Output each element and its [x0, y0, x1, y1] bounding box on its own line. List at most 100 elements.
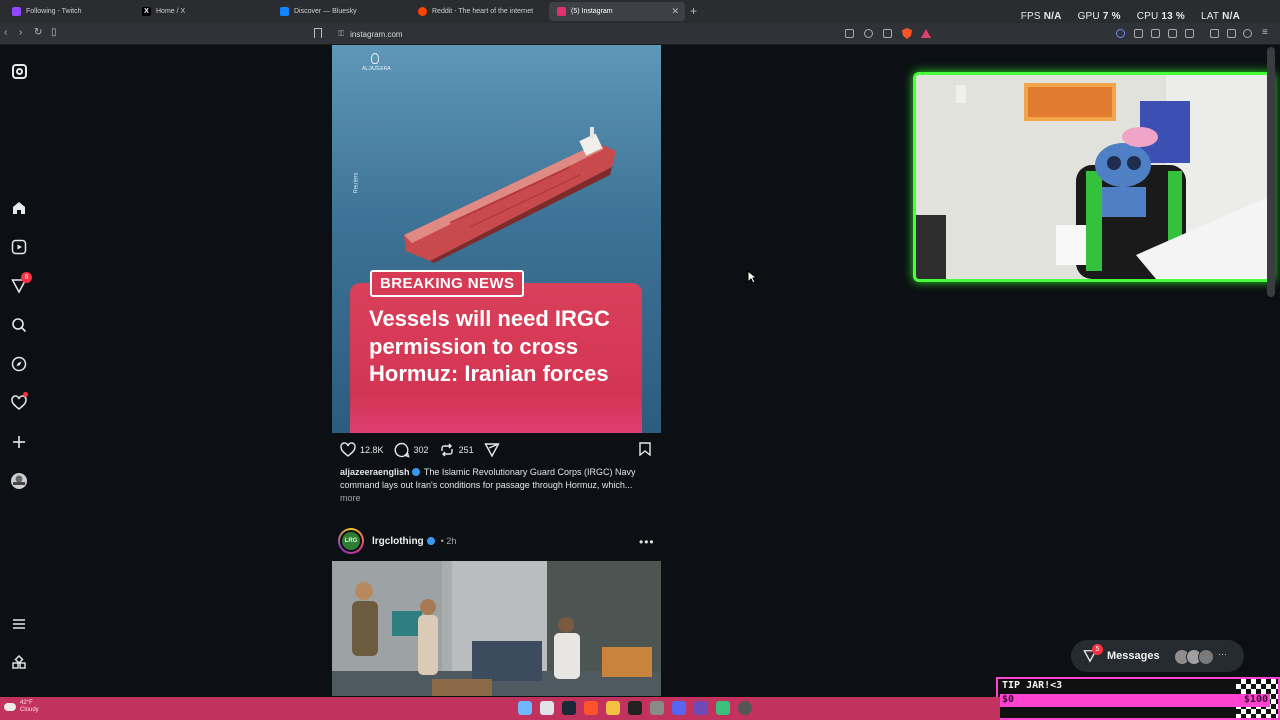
also-from-meta-icon[interactable] — [10, 654, 28, 672]
instagram-sidebar: 6 — [0, 45, 40, 695]
post-image[interactable]: ALJAZEERA Reuters BREAKING NEWS Vessels … — [332, 45, 661, 433]
zoom-icon[interactable] — [864, 29, 873, 38]
steam-icon[interactable] — [562, 701, 576, 715]
site-info-icon[interactable]: ⚿ — [338, 29, 344, 39]
tab-reddit[interactable]: Reddit - The heart of the internet — [410, 2, 546, 21]
tab-label: Following - Twitch — [26, 8, 82, 15]
instagram-icon — [557, 7, 566, 16]
tab-label: (5) Instagram — [571, 8, 613, 15]
notification-dot — [23, 392, 28, 397]
fps-label: FPS — [1020, 11, 1041, 22]
tip-jar-min: $0 — [1002, 694, 1015, 705]
avatar[interactable]: LRG — [338, 528, 364, 554]
media-icon[interactable] — [1210, 29, 1219, 38]
share-icon — [483, 443, 500, 458]
profile-avatar-icon[interactable] — [1243, 29, 1252, 38]
sidebar-toggle-icon[interactable]: ▯ — [51, 27, 57, 38]
post-headline: Vessels will need IRGC permission to cro… — [369, 306, 610, 386]
aljazeera-logo: ALJAZEERA — [362, 53, 391, 77]
webcam-overlay — [913, 72, 1275, 282]
wallet-icon[interactable] — [1168, 29, 1177, 38]
reading-list-icon[interactable] — [1227, 29, 1236, 38]
share-button[interactable] — [483, 442, 500, 458]
tab-label: Reddit - The heart of the internet — [432, 8, 534, 15]
avatar-text: LRG — [340, 530, 362, 552]
sidebar-panel-icon[interactable] — [1151, 29, 1160, 38]
extensions-icon[interactable] — [1134, 29, 1143, 38]
tab-twitch[interactable]: Following - Twitch — [4, 2, 132, 21]
obs-icon[interactable] — [628, 701, 642, 715]
image-credit: Reuters — [353, 172, 360, 194]
tip-jar-title: TIP JAR!<3 — [1002, 680, 1063, 691]
profile-icon[interactable] — [10, 472, 28, 490]
webcam-feed — [916, 75, 1272, 279]
home-icon[interactable] — [10, 199, 28, 217]
menu-icon[interactable]: ≡ — [1262, 27, 1268, 38]
more-options-icon[interactable]: ••• — [639, 535, 655, 549]
app-icon[interactable] — [694, 701, 708, 715]
windows-start-icon[interactable] — [518, 701, 532, 715]
bookmark-icon[interactable] — [314, 28, 322, 38]
post-header: LRG lrgclothing • 2h — [338, 528, 658, 554]
file-explorer-icon[interactable] — [606, 701, 620, 715]
comment-icon — [394, 442, 410, 458]
clock-app-icon[interactable] — [738, 701, 752, 715]
explore-icon[interactable] — [10, 355, 28, 373]
url-text: instagram.com — [350, 29, 403, 39]
post-image[interactable] — [332, 561, 661, 696]
tab-bluesky[interactable]: Discover — Bluesky — [272, 2, 408, 21]
vpn-icon[interactable] — [1116, 29, 1125, 38]
lat-value: N/A — [1222, 11, 1240, 22]
tab-label: Discover — Bluesky — [294, 8, 357, 15]
weather-condition: Cloudy — [20, 707, 39, 713]
task-view-icon[interactable] — [540, 701, 554, 715]
tip-jar-progress-bar — [1000, 694, 1270, 707]
brave-browser-icon[interactable] — [584, 701, 598, 715]
save-button[interactable] — [639, 442, 651, 461]
spreadsheet-icon[interactable] — [716, 701, 730, 715]
instagram-logo-icon[interactable] — [10, 62, 28, 80]
messages-button[interactable]: 5 Messages ··· — [1071, 640, 1244, 672]
tab-x[interactable]: X Home / X — [134, 2, 270, 21]
close-tab-icon[interactable]: ✕ — [671, 6, 679, 17]
reload-icon[interactable]: ↻ — [34, 27, 42, 38]
forward-icon[interactable]: › — [19, 27, 22, 38]
downloads-icon[interactable] — [1185, 29, 1194, 38]
more-menu-icon[interactable] — [10, 615, 28, 633]
cast-icon[interactable] — [845, 29, 854, 38]
post-caption: aljazeeraenglish The Islamic Revolutiona… — [340, 466, 652, 505]
reels-icon[interactable] — [10, 238, 28, 256]
settings-icon[interactable] — [650, 701, 664, 715]
share-icon[interactable] — [883, 29, 892, 38]
back-icon[interactable]: ‹ — [4, 27, 7, 38]
caption-more-link[interactable]: more — [340, 493, 361, 503]
gpu-value: 7 % — [1102, 11, 1121, 22]
discord-icon[interactable] — [672, 701, 686, 715]
new-tab-button[interactable]: + — [690, 4, 697, 18]
brave-rewards-icon[interactable] — [921, 29, 931, 38]
more-avatars-icon: ··· — [1218, 649, 1227, 659]
breaking-news-badge: BREAKING NEWS — [370, 270, 525, 297]
direct-messages-icon[interactable]: 6 — [10, 272, 32, 295]
cpu-label: CPU — [1136, 11, 1159, 22]
create-icon[interactable] — [10, 433, 28, 451]
repost-button[interactable]: 251 — [439, 442, 474, 458]
caption-username[interactable]: aljazeeraenglish — [340, 467, 410, 477]
post-username[interactable]: lrgclothing — [372, 536, 424, 547]
messages-count-badge: 6 — [21, 272, 32, 283]
page-scrollbar[interactable] — [1267, 47, 1275, 297]
browser-tab-strip: Following - Twitch X Home / X Discover —… — [0, 0, 1280, 23]
repost-count: 251 — [458, 445, 474, 455]
tip-jar-widget: TIP JAR!<3 $0 $100 — [996, 677, 1280, 720]
search-icon[interactable] — [10, 316, 28, 334]
weather-widget[interactable]: 42°F Cloudy — [4, 700, 39, 714]
notifications-icon[interactable] — [10, 392, 28, 412]
like-button[interactable]: 12.8K — [340, 442, 384, 458]
cloud-icon — [4, 703, 16, 711]
tab-instagram[interactable]: (5) Instagram ✕ — [549, 2, 685, 21]
lat-label: LAT — [1200, 11, 1220, 22]
comment-button[interactable]: 302 — [394, 442, 429, 458]
reddit-icon — [418, 7, 427, 16]
comment-count: 302 — [413, 445, 429, 455]
twitch-icon — [12, 7, 21, 16]
